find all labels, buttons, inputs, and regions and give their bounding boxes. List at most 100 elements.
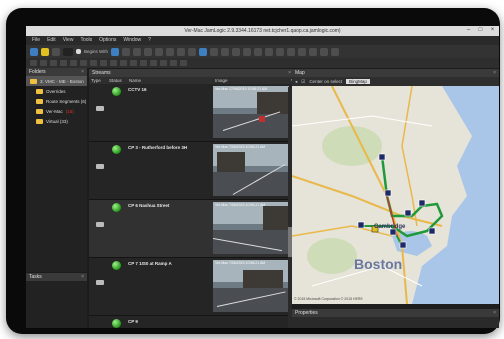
pause-icon[interactable] [50,60,57,66]
table-row[interactable]: CP 6 Nashua Street Ver-Mac 7/06/2015 10:… [89,200,294,258]
center-on-select-label: Center on select [309,79,343,84]
menu-options[interactable]: Options [99,36,116,45]
arrow-up-icon[interactable] [122,47,131,56]
camera-marker-icon[interactable] [404,209,412,217]
camera-marker-icon[interactable] [418,199,426,207]
chart-icon[interactable] [166,47,175,56]
menu-tools[interactable]: Tools [80,36,92,45]
bell-icon[interactable] [180,60,187,66]
measure-icon[interactable] [90,60,97,66]
table-row[interactable]: CP 7 1IS0 at Ramp A Ver-Mac 7/06/2015 10… [89,258,294,316]
save-icon[interactable] [276,47,285,56]
status-ok-icon [112,87,121,96]
camera-snapshot[interactable]: Ver-Mac 7/06/2015 10:56:21 AM [213,260,289,312]
undo-icon[interactable] [160,60,167,66]
pan-icon[interactable] [80,60,87,66]
folder-item[interactable]: 3. VMC - ME - Boston [26,76,87,86]
folder-item[interactable]: Virtual (33) [26,116,87,126]
list-icon[interactable] [221,47,230,56]
monitor-icon[interactable] [199,47,208,56]
camera-snapshot[interactable]: Ver-Mac 7/06/2015 10:56:21 AM [213,144,289,196]
center-on-select-checkbox[interactable]: ☑ [301,79,305,85]
redo-icon[interactable] [170,60,177,66]
paste-icon[interactable] [150,60,157,66]
filter-icon[interactable] [52,47,60,56]
camera-snapshot[interactable]: Ver-Mac 7/06/2015 10:56:21 AM [213,202,289,254]
streams-panel: Streams × Type Status Name Image Vehicle… [89,69,306,328]
table-row[interactable]: CP 9 [89,316,294,328]
settings-icon[interactable] [254,47,263,56]
camera-icon[interactable] [144,47,153,56]
pin-icon[interactable] [110,60,117,66]
map-canvas[interactable]: Cambridge Boston © 2015 Microsoft Corpor… [291,85,499,305]
camera-marker-icon[interactable] [384,189,392,197]
col-status[interactable]: Status [107,77,127,84]
user-icon[interactable] [188,47,197,56]
folder-item[interactable]: Overrides [26,86,87,96]
menu-edit[interactable]: Edit [47,36,56,45]
camera-marker-icon[interactable] [428,227,436,235]
camera-snapshot[interactable]: Ver-Mac 17/06/2015 10:56:21 AM [213,86,289,138]
play-icon[interactable] [40,60,47,66]
stream-name: CP 7 1IS0 at Ramp A [128,261,172,266]
export-icon[interactable] [287,47,296,56]
status-ok-icon [112,261,121,270]
globe-icon[interactable] [111,47,120,56]
close-icon[interactable]: × [288,69,291,77]
sign-icon[interactable] [155,47,164,56]
col-type[interactable]: Type [89,77,107,84]
layout-icon[interactable] [41,47,49,56]
copy-icon[interactable] [140,60,147,66]
menu-file[interactable]: File [32,36,40,45]
edit-icon[interactable] [120,60,127,66]
map-park [322,126,382,166]
properties-title: Properties [295,310,318,316]
alert-icon[interactable] [177,47,186,56]
snapshot-building [257,92,289,116]
zoom-in-icon[interactable] [60,60,67,66]
camera-marker-icon[interactable] [399,241,407,249]
close-button[interactable]: × [488,27,497,34]
delete-icon[interactable] [130,60,137,66]
arrow-down-icon[interactable] [133,47,142,56]
info-icon[interactable] [331,47,340,56]
import-icon[interactable] [298,47,307,56]
folder-item[interactable]: Route Segments (6) [26,96,87,106]
begins-with-checkbox[interactable] [76,49,81,54]
menu-window[interactable]: Window [123,36,141,45]
map-provider-select[interactable]: BingMap [346,79,370,84]
maximize-button[interactable]: □ [476,27,485,34]
folder-item[interactable]: Ver-Mac (15) [26,106,87,116]
table-row[interactable]: CCTV 16 Ver-Mac 17/06/2015 10:56:21 AM [89,84,294,142]
layer-icon[interactable] [100,60,107,66]
grid-icon[interactable] [210,47,219,56]
folder-icon [36,118,43,124]
home-icon[interactable] [30,47,38,56]
close-icon[interactable]: × [493,69,496,77]
print-icon[interactable] [265,47,274,56]
camera-marker-icon[interactable] [378,153,386,161]
close-icon[interactable]: × [493,309,496,317]
map-back-icon[interactable]: ◂ [295,79,297,85]
folder-label: 3. VMC - ME - Boston [40,78,84,84]
stream-name: CCTV 16 [128,87,147,92]
stop-icon[interactable] [30,60,37,66]
menu-view[interactable]: View [63,36,74,45]
close-icon[interactable]: × [81,68,84,76]
lock-icon[interactable] [309,47,318,56]
menu-help[interactable]: ? [148,36,151,45]
close-icon[interactable]: × [81,273,84,281]
tag-icon[interactable] [320,47,329,56]
refresh-icon[interactable] [243,47,252,56]
zoom-out-icon[interactable] [70,60,77,66]
folder-label: Route Segments (6) [46,98,87,104]
table-row[interactable]: CP 3 - Rutherford before 3H Ver-Mac 7/06… [89,142,294,200]
camera-marker-icon[interactable] [357,221,365,229]
search-field[interactable] [63,47,73,56]
snapshot-timestamp: Ver-Mac 7/06/2015 10:56:21 AM [215,261,266,265]
folder-label: Overrides [46,88,66,94]
col-name[interactable]: Name [127,77,213,84]
col-image[interactable]: Image [213,77,289,84]
minimize-button[interactable]: – [464,27,473,34]
route-icon[interactable] [232,47,241,56]
